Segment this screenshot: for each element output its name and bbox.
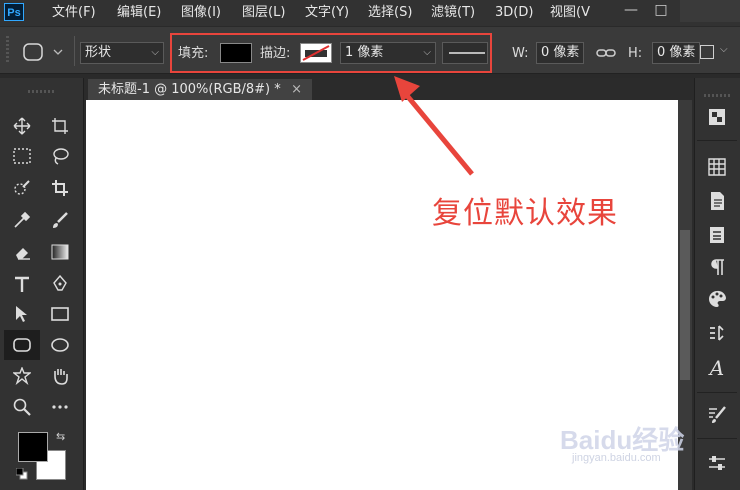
hand-tool-icon[interactable] xyxy=(48,364,72,388)
menu-image[interactable]: 图像(I) xyxy=(181,4,221,22)
chevron-down-icon: ⌵ xyxy=(151,47,159,58)
gradient-tool-icon[interactable] xyxy=(48,240,72,264)
rounded-rectangle-tool-icon[interactable] xyxy=(10,333,34,357)
zoom-tool-icon[interactable] xyxy=(10,395,34,419)
divider xyxy=(697,140,737,141)
path-selection-tool-icon[interactable] xyxy=(10,302,34,326)
document-tab[interactable]: 未标题-1 @ 100%(RGB/8#) * × xyxy=(88,79,312,100)
properties-panel-icon[interactable] xyxy=(705,224,729,248)
menu-type[interactable]: 文字(Y) xyxy=(305,4,349,22)
custom-shape-tool-icon[interactable] xyxy=(10,364,34,388)
divider xyxy=(74,36,75,66)
menu-view[interactable]: 视图(V xyxy=(550,4,590,22)
divider xyxy=(697,392,737,393)
width-value: 0 像素 xyxy=(541,45,580,60)
brush-settings-icon[interactable] xyxy=(705,404,729,428)
photoshop-logo: Ps xyxy=(4,3,24,21)
chevron-down-icon[interactable]: ⌵ xyxy=(720,44,728,55)
ellipse-tool-icon[interactable] xyxy=(48,333,72,357)
crop-tool-icon[interactable] xyxy=(48,176,72,200)
default-colors-icon[interactable] xyxy=(15,467,28,480)
menu-file[interactable]: 文件(F) xyxy=(52,4,96,22)
color-palette-icon[interactable] xyxy=(705,288,729,312)
height-value: 0 像素 xyxy=(657,45,696,60)
lasso-tool-icon[interactable] xyxy=(48,144,72,168)
highlight-box xyxy=(170,33,492,73)
mode-value: 形状 xyxy=(85,45,112,60)
path-operations-icon[interactable] xyxy=(700,45,714,59)
swatches-panel-icon[interactable] xyxy=(705,156,729,180)
artboard-tool-icon[interactable] xyxy=(48,114,72,138)
marquee-tool-icon[interactable] xyxy=(10,144,34,168)
quick-selection-tool-icon[interactable] xyxy=(10,176,34,200)
eraser-tool-icon[interactable] xyxy=(10,240,34,264)
menu-select[interactable]: 选择(S) xyxy=(368,4,412,22)
eyedropper-tool-icon[interactable] xyxy=(10,208,34,232)
mode-dropdown[interactable]: 形状 ⌵ xyxy=(80,42,164,64)
close-window-button[interactable] xyxy=(680,0,740,22)
more-tools-icon[interactable] xyxy=(48,395,72,419)
annotation-arrow xyxy=(394,76,474,176)
menu-edit[interactable]: 编辑(E) xyxy=(117,4,161,22)
move-tool-icon[interactable] xyxy=(10,114,34,138)
menu-filter[interactable]: 滤镜(T) xyxy=(431,4,475,22)
link-icon[interactable] xyxy=(596,45,616,61)
character-panel-icon[interactable]: A xyxy=(705,356,729,380)
scrollbar-thumb[interactable] xyxy=(680,230,690,380)
document-panel-icon[interactable] xyxy=(705,190,729,214)
rounded-rect-preset-icon xyxy=(23,43,63,61)
toolbar-grip[interactable] xyxy=(28,90,56,93)
adjustments-panel-icon[interactable] xyxy=(705,452,729,476)
width-input[interactable]: 0 像素 xyxy=(536,42,584,64)
close-tab-icon[interactable]: × xyxy=(291,79,302,100)
height-label: H: xyxy=(628,46,643,61)
history-panel-icon[interactable] xyxy=(705,322,729,346)
menu-3d[interactable]: 3D(D) xyxy=(495,4,533,22)
pen-tool-icon[interactable] xyxy=(48,272,72,296)
watermark-url: jingyan.baidu.com xyxy=(572,452,661,464)
width-label: W: xyxy=(512,46,529,61)
foreground-color-swatch[interactable] xyxy=(18,432,48,462)
document-tab-title: 未标题-1 @ 100%(RGB/8#) * xyxy=(98,82,281,97)
paragraph-panel-icon[interactable] xyxy=(705,256,729,280)
tool-preset-picker[interactable] xyxy=(20,40,72,64)
type-tool-icon[interactable] xyxy=(10,272,34,296)
rectangle-tool-icon[interactable] xyxy=(48,302,72,326)
menu-layer[interactable]: 图层(L) xyxy=(242,4,285,22)
options-grip[interactable] xyxy=(6,36,9,64)
minimize-button[interactable]: — xyxy=(616,0,646,22)
height-input[interactable]: 0 像素 xyxy=(652,42,700,64)
brush-tool-icon[interactable] xyxy=(48,208,72,232)
divider xyxy=(697,438,737,439)
restore-button[interactable]: □ xyxy=(646,0,676,22)
panel-grip[interactable] xyxy=(704,94,730,97)
swap-colors-icon[interactable]: ⇆ xyxy=(56,430,65,443)
annotation-text: 复位默认效果 xyxy=(432,196,618,231)
3d-panel-icon[interactable] xyxy=(705,106,729,130)
